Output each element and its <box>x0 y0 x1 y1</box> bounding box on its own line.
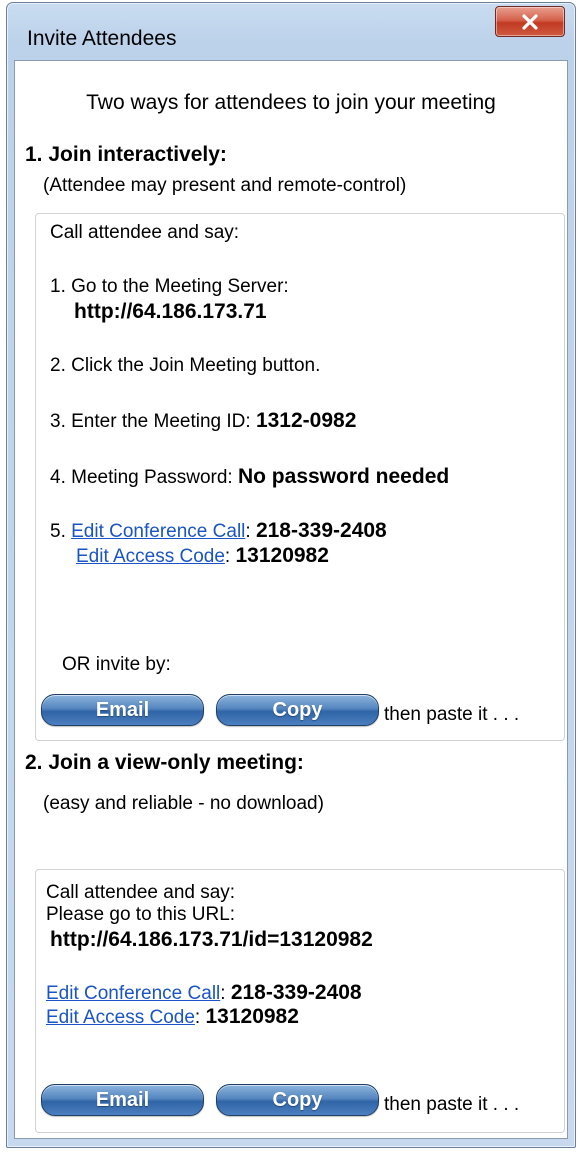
conference-line-2: Edit Conference Call: 218-339-2408 <box>46 981 362 1004</box>
email-button[interactable]: Email <box>41 694 204 726</box>
section2-heading: 2. Join a view-only meeting: <box>25 751 304 774</box>
call-attendee-label-2: Call attendee and say: <box>46 882 236 903</box>
title-bar: Invite Attendees <box>7 3 575 61</box>
interactive-join-panel: Call attendee and say: 1. Go to the Meet… <box>35 213 565 741</box>
edit-conference-call-link-2[interactable]: Edit Conference Call <box>46 983 220 1004</box>
view-only-url: http://64.186.173.71/id=13120982 <box>50 928 373 951</box>
step4-label: 4. Meeting Password: <box>50 467 238 488</box>
dialog-content: Two ways for attendees to join your meet… <box>14 60 568 1139</box>
access-code-2: 13120982 <box>205 1005 299 1028</box>
close-icon <box>522 13 538 30</box>
email-button-2[interactable]: Email <box>41 1084 204 1116</box>
access-code: 13120982 <box>235 544 329 567</box>
section2-subtitle: (easy and reliable - no download) <box>43 793 324 814</box>
section1-heading: 1. Join interactively: <box>25 143 227 166</box>
step5-conference-line: 5. Edit Conference Call: 218-339-2408 <box>50 519 387 542</box>
step1-label: 1. Go to the Meeting Server: <box>50 276 289 297</box>
close-button[interactable] <box>495 6 565 37</box>
or-invite-label: OR invite by: <box>62 654 171 675</box>
access-code-line-2: Edit Access Code: 13120982 <box>46 1005 299 1028</box>
edit-conference-call-link[interactable]: Edit Conference Call <box>71 521 245 542</box>
meeting-password: No password needed <box>237 465 450 488</box>
view-only-join-panel: Call attendee and say: Please go to this… <box>35 869 565 1133</box>
then-paste-text-2: then paste it . . . <box>384 1094 520 1115</box>
meeting-id: 1312-0982 <box>255 409 357 432</box>
copy-button-2[interactable]: Copy <box>216 1084 379 1116</box>
url-label: Please go to this URL: <box>46 904 236 925</box>
access-code-line: Edit Access Code: 13120982 <box>76 544 329 567</box>
section1-subtitle: (Attendee may present and remote-control… <box>43 175 407 196</box>
step3-label: 3. Enter the Meeting ID: <box>50 411 256 432</box>
edit-access-code-link[interactable]: Edit Access Code <box>76 546 225 567</box>
conference-number-2: 218-339-2408 <box>230 981 362 1004</box>
step4-line: 4. Meeting Password: No password needed <box>50 465 449 489</box>
invite-attendees-window: Invite Attendees Two ways for attendees … <box>6 2 576 1148</box>
step3-line: 3. Enter the Meeting ID: 1312-0982 <box>50 409 356 433</box>
then-paste-text: then paste it . . . <box>384 704 520 725</box>
conference-number: 218-339-2408 <box>255 519 387 542</box>
window-title: Invite Attendees <box>27 27 177 50</box>
intro-text: Two ways for attendees to join your meet… <box>86 91 496 114</box>
call-attendee-label: Call attendee and say: <box>50 222 240 243</box>
copy-button[interactable]: Copy <box>216 694 379 726</box>
edit-access-code-link-2[interactable]: Edit Access Code <box>46 1007 195 1028</box>
meeting-server-url: http://64.186.173.71 <box>74 300 267 323</box>
step5-prefix: 5. <box>50 521 72 542</box>
step2-label: 2. Click the Join Meeting button. <box>50 355 321 376</box>
